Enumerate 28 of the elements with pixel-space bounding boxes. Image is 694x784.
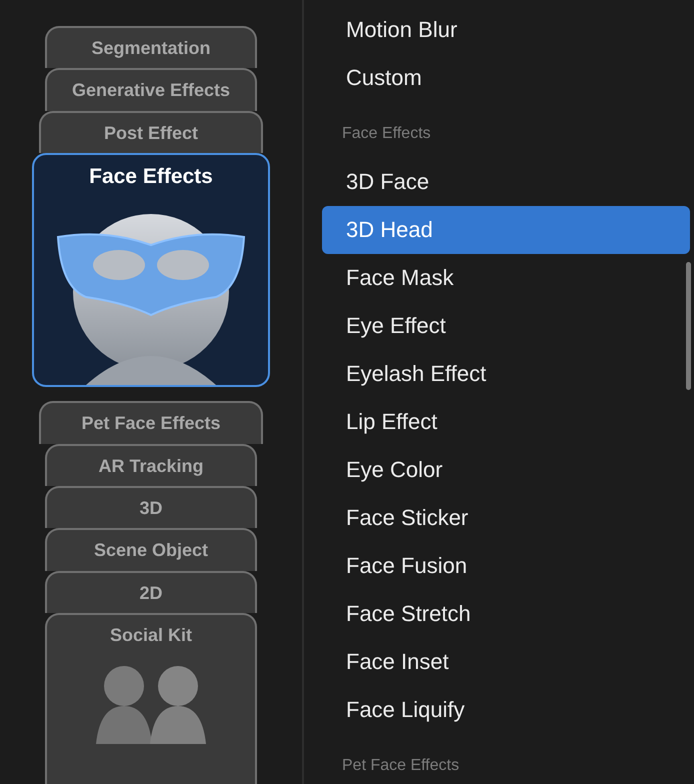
- effect-item[interactable]: Face Inset: [322, 638, 690, 686]
- effect-item[interactable]: 3D Face: [322, 158, 690, 206]
- category-tab[interactable]: Generative Effects: [45, 68, 257, 111]
- effect-item[interactable]: Custom: [322, 54, 690, 102]
- effect-item[interactable]: Face Fusion: [322, 542, 690, 590]
- scrollbar[interactable]: [686, 262, 691, 390]
- effect-item[interactable]: Eye Color: [322, 446, 690, 494]
- effect-item[interactable]: Face Stretch: [322, 590, 690, 638]
- effect-item[interactable]: 3D Head: [322, 206, 690, 254]
- section-header: Pet Face Effects: [341, 756, 460, 776]
- category-tab[interactable]: Scene Object: [45, 528, 257, 571]
- effect-item[interactable]: Motion Blur: [322, 6, 690, 54]
- category-tab[interactable]: AR Tracking: [45, 444, 257, 486]
- category-tab[interactable]: 3D: [45, 486, 257, 528]
- effect-item[interactable]: Eye Effect: [322, 302, 690, 350]
- effect-item[interactable]: Face Mask: [322, 254, 690, 302]
- category-tab[interactable]: Segmentation: [45, 26, 257, 68]
- effect-item[interactable]: Face Sticker: [322, 494, 690, 542]
- category-tab[interactable]: 2D: [45, 570, 257, 614]
- people-icon: [96, 664, 206, 744]
- effect-item[interactable]: Eyelash Effect: [322, 350, 690, 398]
- category-tab[interactable]: Face Effects: [32, 153, 270, 388]
- section-header: Face Effects: [341, 124, 432, 144]
- effect-item[interactable]: Face Liquify: [322, 686, 690, 734]
- category-tab[interactable]: Pet Face Effects: [39, 401, 263, 444]
- category-tab[interactable]: Social Kit: [45, 613, 257, 784]
- category-tab[interactable]: Post Effect: [39, 110, 263, 154]
- effect-item[interactable]: Lip Effect: [322, 398, 690, 446]
